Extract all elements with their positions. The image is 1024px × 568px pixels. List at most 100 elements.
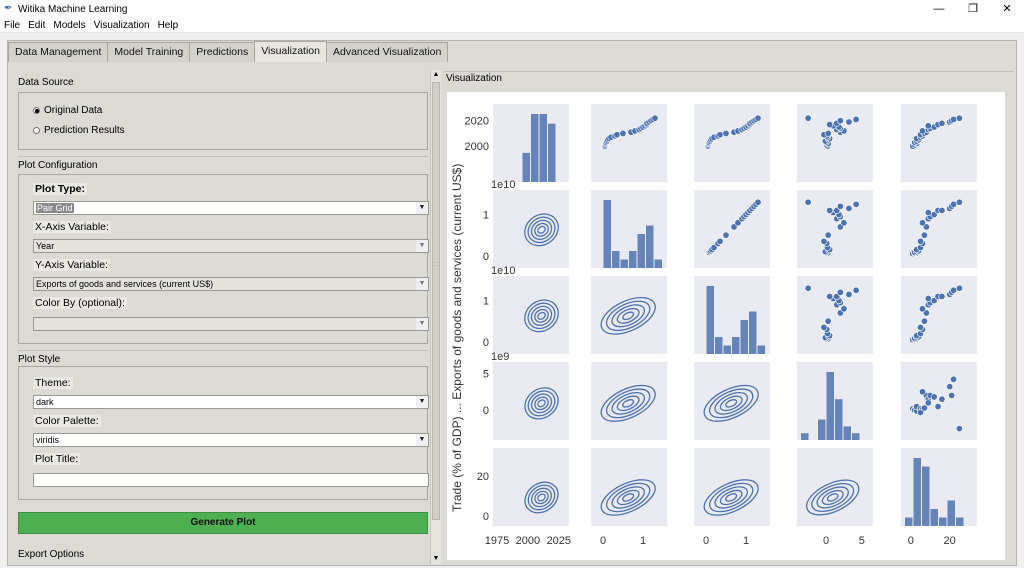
scatter-point bbox=[920, 231, 928, 239]
scatter-point bbox=[840, 305, 848, 313]
scatter-point bbox=[938, 119, 946, 127]
plot-canvas: 2000 2020 0 1 0 1 0 5 0 20 1975 2000 2025 0 1 0 1 0 5 0 20 1e… bbox=[447, 92, 1005, 560]
y-tick-label: 5 bbox=[483, 368, 489, 380]
chevron-down-icon: ▼ bbox=[416, 434, 428, 446]
y-tick-label: 2020 bbox=[465, 116, 489, 128]
plot-config-heading: Plot Configuration bbox=[18, 156, 428, 174]
scatter-point bbox=[930, 393, 938, 401]
scatter-point bbox=[722, 129, 730, 137]
x-tick-label: 1 bbox=[743, 535, 749, 547]
data-source-heading: Data Source bbox=[18, 77, 74, 88]
histogram-bar bbox=[620, 259, 628, 268]
tab-bar: Data Management Model Training Predictio… bbox=[8, 41, 449, 62]
histogram-bar bbox=[612, 251, 620, 268]
theme-select[interactable]: dark ▼ bbox=[33, 395, 429, 409]
facet-background bbox=[797, 448, 873, 526]
scroll-down-icon[interactable]: ▼ bbox=[431, 554, 441, 564]
plot-type-select[interactable]: Pair Grid ▼ bbox=[33, 201, 429, 215]
scatter-point bbox=[824, 231, 832, 239]
histogram-bar bbox=[715, 337, 723, 354]
scatter-point bbox=[950, 115, 958, 123]
scatter-point bbox=[918, 219, 926, 227]
tab-model-training[interactable]: Model Training bbox=[107, 42, 191, 62]
chevron-down-icon: ▼ bbox=[416, 318, 428, 330]
scatter-point bbox=[955, 198, 963, 206]
y-axis-label: Trade (% of GDP) ... Exports of goods an… bbox=[450, 164, 464, 512]
histogram-bar bbox=[826, 372, 834, 440]
generate-plot-button[interactable]: Generate Plot bbox=[18, 512, 428, 534]
scatter-point bbox=[918, 127, 926, 135]
menu-visualization[interactable]: Visualization bbox=[90, 18, 154, 32]
scatter-point bbox=[917, 237, 925, 245]
scatter-point bbox=[722, 231, 730, 239]
x-axis-select[interactable]: Year ▼ bbox=[33, 239, 429, 253]
palette-select[interactable]: viridis ▼ bbox=[33, 433, 429, 447]
scatter-point bbox=[826, 292, 834, 300]
radio-original-data[interactable]: Original Data bbox=[33, 105, 102, 116]
chevron-down-icon: ▼ bbox=[416, 202, 428, 214]
tab-advanced-visualization[interactable]: Advanced Visualization bbox=[325, 42, 449, 62]
scroll-thumb[interactable] bbox=[432, 82, 440, 520]
menu-help[interactable]: Help bbox=[154, 18, 183, 32]
scatter-point bbox=[934, 403, 942, 411]
menu-bar: File Edit Models Visualization Help bbox=[0, 18, 1024, 33]
facet-background bbox=[493, 448, 569, 526]
plot-title-input[interactable] bbox=[33, 473, 429, 487]
facet-background bbox=[591, 362, 667, 440]
sash-grip-icon[interactable]: ··· ··· bbox=[431, 260, 440, 272]
menu-models[interactable]: Models bbox=[49, 18, 89, 32]
title-bar: ✒ Witika Machine Learning — ❐ ✕ bbox=[0, 0, 1024, 18]
y-tick-label: 0 bbox=[483, 511, 489, 523]
facet-background bbox=[901, 448, 977, 526]
y-tick-label: 20 bbox=[477, 471, 489, 483]
scatter-point bbox=[804, 114, 812, 122]
chevron-down-icon: ▼ bbox=[416, 240, 428, 252]
histogram-bar bbox=[818, 419, 826, 440]
theme-label: Theme: bbox=[33, 377, 73, 389]
scatter-point bbox=[852, 286, 860, 294]
y-axis-select[interactable]: Exports of goods and services (current U… bbox=[33, 277, 429, 291]
x-tick-label: 20 bbox=[944, 535, 956, 547]
close-button[interactable]: ✕ bbox=[990, 0, 1024, 18]
y-tick-label: 2000 bbox=[465, 141, 489, 153]
minimize-button[interactable]: — bbox=[922, 0, 956, 18]
facet-background bbox=[694, 362, 770, 440]
scatter-point bbox=[955, 114, 963, 122]
scatter-point bbox=[754, 114, 762, 122]
palette-label: Color Palette: bbox=[33, 415, 101, 427]
scatter-point bbox=[651, 114, 659, 122]
scatter-point bbox=[852, 115, 860, 123]
restore-button[interactable]: ❐ bbox=[956, 0, 990, 18]
scatter-point bbox=[613, 131, 621, 139]
offset-label: 1e10 bbox=[491, 265, 515, 277]
controls-panel: Data Source Original Data Prediction Res… bbox=[14, 70, 430, 564]
scatter-point bbox=[924, 122, 932, 130]
tab-data-management[interactable]: Data Management bbox=[8, 42, 109, 62]
y-tick-label: 1 bbox=[483, 296, 489, 308]
pair-grid-chart: 200020200101050201975 2000 2025 0 1 0 1 0 5 0 201e… bbox=[450, 104, 977, 547]
color-by-select[interactable]: ▼ bbox=[33, 317, 429, 331]
scatter-point bbox=[804, 198, 812, 206]
histogram-bar bbox=[522, 152, 530, 182]
palette-value: viridis bbox=[36, 435, 60, 445]
menu-edit[interactable]: Edit bbox=[24, 18, 49, 32]
offset-label: 1e10 bbox=[491, 179, 515, 191]
menu-file[interactable]: File bbox=[0, 18, 24, 32]
scatter-point bbox=[824, 317, 832, 325]
x-tick-label: 1975 bbox=[485, 535, 509, 547]
x-tick-label: 1 bbox=[640, 535, 646, 547]
scroll-up-icon[interactable]: ▲ bbox=[431, 70, 441, 80]
tab-predictions[interactable]: Predictions bbox=[189, 42, 256, 62]
histogram-bar bbox=[956, 517, 964, 526]
scatter-point bbox=[946, 383, 954, 391]
scatter-point bbox=[918, 388, 926, 396]
tab-visualization[interactable]: Visualization bbox=[254, 41, 327, 62]
scatter-point bbox=[716, 131, 724, 139]
scatter-point bbox=[938, 206, 946, 214]
facet-background bbox=[591, 276, 667, 354]
radio-prediction-results[interactable]: Prediction Results bbox=[33, 125, 125, 136]
histogram-bar bbox=[939, 517, 947, 526]
plot-type-value: Pair Grid bbox=[36, 203, 74, 213]
left-panel-scrollbar[interactable]: ▲ ▼ bbox=[430, 70, 441, 564]
histogram-bar bbox=[740, 320, 748, 354]
